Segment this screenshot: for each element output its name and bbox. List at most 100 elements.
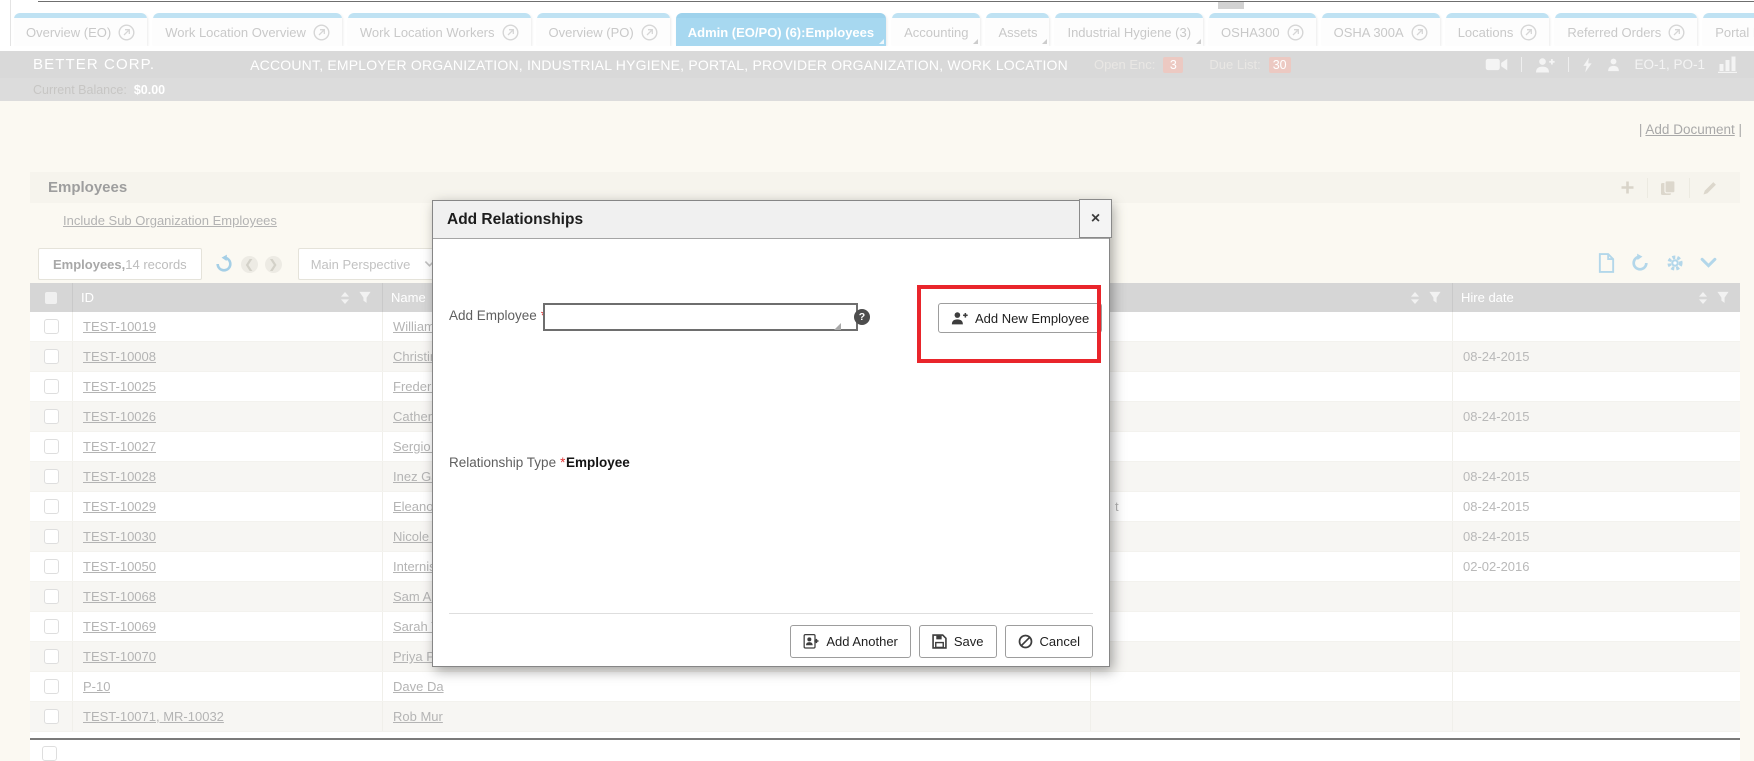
employee-id-link[interactable]: TEST-10070 bbox=[83, 649, 156, 664]
pencil-icon[interactable] bbox=[1690, 180, 1730, 196]
external-link-icon bbox=[502, 24, 519, 41]
row-checkbox[interactable] bbox=[44, 679, 59, 694]
employee-name-link[interactable]: Dave Da bbox=[393, 679, 444, 694]
employee-id-link[interactable]: TEST-10071, MR-10032 bbox=[83, 709, 224, 724]
due-list-badge[interactable]: 30 bbox=[1269, 57, 1291, 73]
new-page-icon[interactable] bbox=[1598, 253, 1615, 273]
sort-icon[interactable] bbox=[1409, 291, 1421, 305]
tab[interactable]: Work Location Overview bbox=[153, 13, 342, 46]
row-checkbox[interactable] bbox=[44, 589, 59, 604]
add-relationships-modal: Add Relationships × Relationship Type* E… bbox=[432, 200, 1110, 667]
col-id[interactable]: ID bbox=[72, 283, 382, 312]
gear-icon[interactable] bbox=[1665, 253, 1685, 273]
include-sub-link[interactable]: Include Sub Organization Employees bbox=[63, 213, 277, 228]
next-page-icon[interactable]: ❯ bbox=[265, 256, 282, 273]
external-link-icon bbox=[1287, 24, 1304, 41]
filter-icon[interactable] bbox=[1428, 291, 1442, 304]
sort-icon[interactable] bbox=[1697, 291, 1709, 305]
open-enc-label: Open Enc: bbox=[1094, 57, 1155, 72]
employee-id-link[interactable]: P-10 bbox=[83, 679, 110, 694]
row-checkbox[interactable] bbox=[44, 619, 59, 634]
col-hire-date-label: Hire date bbox=[1461, 290, 1514, 305]
collapse-chevron-icon[interactable] bbox=[1700, 253, 1717, 273]
lightning-icon[interactable] bbox=[1582, 57, 1593, 73]
tab[interactable]: Admin (EO/PO) (6):Employees bbox=[676, 13, 886, 46]
employee-id-link[interactable]: TEST-10019 bbox=[83, 319, 156, 334]
org-categories: ACCOUNT, EMPLOYER ORGANIZATION, INDUSTRI… bbox=[250, 57, 1068, 73]
tab[interactable]: Overview (PO) bbox=[537, 13, 670, 46]
employee-name-link[interactable]: William bbox=[393, 319, 435, 334]
sort-icon[interactable] bbox=[339, 291, 351, 305]
hire-date-cell: 08-24-2015 bbox=[1452, 402, 1740, 431]
reload-icon[interactable] bbox=[1630, 253, 1650, 273]
video-camera-icon[interactable] bbox=[1485, 57, 1508, 72]
employee-id-link[interactable]: TEST-10069 bbox=[83, 619, 156, 634]
employee-id-link[interactable]: TEST-10027 bbox=[83, 439, 156, 454]
records-summary-count: 14 records bbox=[125, 257, 186, 272]
perspective-select[interactable]: Main Perspective bbox=[298, 248, 447, 280]
row-checkbox[interactable] bbox=[44, 559, 59, 574]
row-checkbox[interactable] bbox=[44, 319, 59, 334]
row-checkbox[interactable] bbox=[44, 379, 59, 394]
employee-id-link[interactable]: TEST-10030 bbox=[83, 529, 156, 544]
add-another-button[interactable]: Add Another bbox=[790, 625, 911, 658]
filter-icon[interactable] bbox=[358, 291, 372, 304]
employee-id-link[interactable]: TEST-10028 bbox=[83, 469, 156, 484]
row-checkbox[interactable] bbox=[44, 649, 59, 664]
employee-id-link[interactable]: TEST-10008 bbox=[83, 349, 156, 364]
relationship-type-value: Employee bbox=[566, 455, 630, 470]
org-header-bar: BETTER CORP. ACCOUNT, EMPLOYER ORGANIZAT… bbox=[0, 51, 1754, 78]
row-checkbox-cell bbox=[30, 372, 72, 401]
row-checkbox[interactable] bbox=[44, 439, 59, 454]
row-checkbox-cell bbox=[30, 312, 72, 341]
select-all-checkbox[interactable] bbox=[45, 292, 57, 304]
employee-name-link[interactable]: Rob Mur bbox=[393, 709, 443, 724]
open-enc-badge[interactable]: 3 bbox=[1163, 57, 1183, 73]
tab[interactable]: Accounting bbox=[892, 13, 980, 46]
bar-chart-icon[interactable] bbox=[1718, 56, 1738, 73]
tab[interactable]: OSHA 300A bbox=[1322, 13, 1440, 46]
row-checkbox[interactable] bbox=[44, 499, 59, 514]
add-new-employee-button[interactable]: Add New Employee bbox=[938, 303, 1102, 333]
employee-id-link[interactable]: TEST-10050 bbox=[83, 559, 156, 574]
person-icon[interactable] bbox=[1606, 57, 1621, 72]
close-button[interactable]: × bbox=[1079, 199, 1112, 238]
refresh-icon[interactable] bbox=[214, 254, 234, 274]
add-document-link[interactable]: Add Document bbox=[1645, 122, 1734, 137]
employee-id-link[interactable]: TEST-10025 bbox=[83, 379, 156, 394]
filter-icon[interactable] bbox=[1716, 291, 1730, 304]
resize-handle-icon[interactable] bbox=[834, 323, 841, 330]
row-checkbox[interactable] bbox=[44, 409, 59, 424]
tab[interactable]: Work Location Workers bbox=[348, 13, 531, 46]
employees-panel-header: Employees bbox=[30, 172, 1740, 203]
employee-id-link[interactable]: TEST-10029 bbox=[83, 499, 156, 514]
add-person-icon[interactable] bbox=[1535, 57, 1555, 73]
col-hidden[interactable] bbox=[1090, 283, 1452, 312]
external-link-icon bbox=[313, 24, 330, 41]
add-icon[interactable] bbox=[1608, 180, 1647, 195]
employee-search-input[interactable] bbox=[543, 303, 858, 331]
prev-page-icon[interactable]: ❮ bbox=[241, 256, 258, 273]
employee-id-link[interactable]: TEST-10068 bbox=[83, 589, 156, 604]
tab[interactable]: Overview (EO) bbox=[14, 13, 147, 46]
row-checkbox[interactable] bbox=[44, 349, 59, 364]
tab[interactable]: Locations bbox=[1446, 13, 1550, 46]
modal-header[interactable]: Add Relationships bbox=[433, 201, 1109, 239]
tab[interactable]: Industrial Hygiene (3) bbox=[1055, 13, 1203, 46]
tab[interactable]: Assets bbox=[986, 13, 1049, 46]
book-icon[interactable] bbox=[1648, 180, 1689, 196]
tab[interactable]: Referred Orders bbox=[1555, 13, 1697, 46]
help-icon[interactable]: ? bbox=[854, 309, 870, 325]
dropdown-corner-icon bbox=[973, 39, 978, 44]
row-checkbox[interactable] bbox=[44, 469, 59, 484]
external-link-icon bbox=[1411, 24, 1428, 41]
stub-row-checkbox[interactable] bbox=[42, 746, 57, 761]
tab[interactable]: OSHA300 bbox=[1209, 13, 1316, 46]
row-checkbox[interactable] bbox=[44, 529, 59, 544]
cancel-button[interactable]: Cancel bbox=[1005, 625, 1093, 658]
col-hire-date[interactable]: Hire date bbox=[1452, 283, 1740, 312]
row-checkbox[interactable] bbox=[44, 709, 59, 724]
employee-id-link[interactable]: TEST-10026 bbox=[83, 409, 156, 424]
tab[interactable]: Portal Manage bbox=[1703, 13, 1754, 46]
save-button[interactable]: Save bbox=[919, 625, 997, 658]
